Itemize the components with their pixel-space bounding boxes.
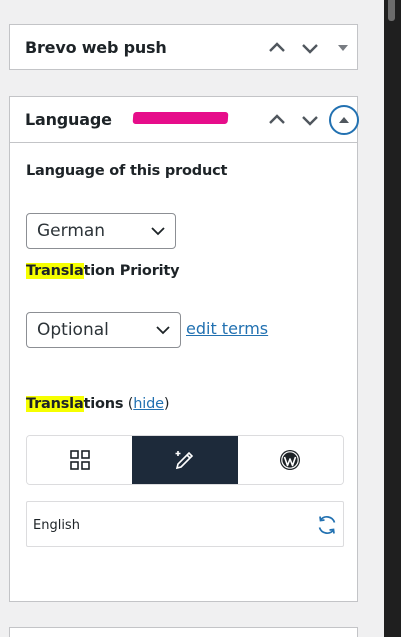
language-panel: Language Language of this product German…	[9, 96, 360, 602]
translation-priority-label: Translation Priority	[26, 263, 180, 279]
grid-icon	[69, 450, 90, 470]
pen-sparkle-icon	[175, 451, 194, 470]
toggle-panel-button[interactable]	[328, 104, 360, 136]
language-of-product-label: Language of this product	[26, 163, 228, 179]
tab-wordpress[interactable]	[237, 436, 343, 484]
language-select-value: German	[37, 221, 106, 241]
chevron-down-icon	[151, 227, 165, 236]
translations-label: Translations (hide)	[26, 396, 170, 412]
priority-select-value: Optional	[37, 320, 109, 340]
next-panel	[9, 627, 358, 637]
move-down-button[interactable]	[297, 107, 323, 133]
panel-header[interactable]: Brevo web push	[10, 25, 357, 70]
translation-priority-select[interactable]: Optional	[26, 312, 181, 348]
window-scrollbar[interactable]	[384, 0, 401, 637]
move-down-button[interactable]	[297, 35, 323, 61]
panel-title: Brevo web push	[25, 38, 167, 57]
chevron-down-icon	[302, 116, 318, 126]
sync-translation-button[interactable]	[315, 513, 339, 537]
sync-icon	[318, 516, 336, 534]
panel-title: Language	[25, 110, 112, 129]
scrollbar-thumb[interactable]	[388, 0, 395, 21]
hide-translations-link[interactable]: hide	[133, 396, 164, 412]
label-text: tion Priority	[83, 263, 180, 279]
move-up-button[interactable]	[264, 35, 290, 61]
caret-up-icon	[329, 105, 359, 135]
hide-wrapper: (hide)	[123, 396, 170, 412]
language-panel-body: Language of this product German Translat…	[10, 142, 357, 602]
highlighted-text: Transla	[26, 396, 84, 412]
paren-close: )	[163, 396, 170, 412]
translation-row: English	[26, 501, 344, 547]
tab-ai-translate[interactable]	[132, 436, 238, 484]
caret-down-icon	[338, 45, 348, 51]
redaction-mark	[132, 112, 229, 124]
wordpress-icon	[280, 450, 301, 470]
translation-mode-tabs	[26, 435, 344, 485]
language-select[interactable]: German	[26, 213, 176, 249]
chevron-up-icon	[269, 42, 285, 52]
chevron-up-icon	[269, 114, 285, 124]
edit-terms-link[interactable]: edit terms	[186, 319, 268, 338]
panel-header[interactable]: Language	[10, 97, 360, 142]
chevron-down-icon	[156, 326, 170, 335]
label-text: tions	[83, 396, 124, 412]
toggle-panel-button[interactable]	[330, 35, 356, 61]
move-up-button[interactable]	[264, 107, 290, 133]
tab-overview[interactable]	[27, 436, 133, 484]
chevron-down-icon	[302, 44, 318, 54]
highlighted-text: Transla	[26, 263, 84, 279]
brevo-web-push-panel: Brevo web push	[9, 24, 358, 70]
translation-language: English	[33, 518, 80, 533]
